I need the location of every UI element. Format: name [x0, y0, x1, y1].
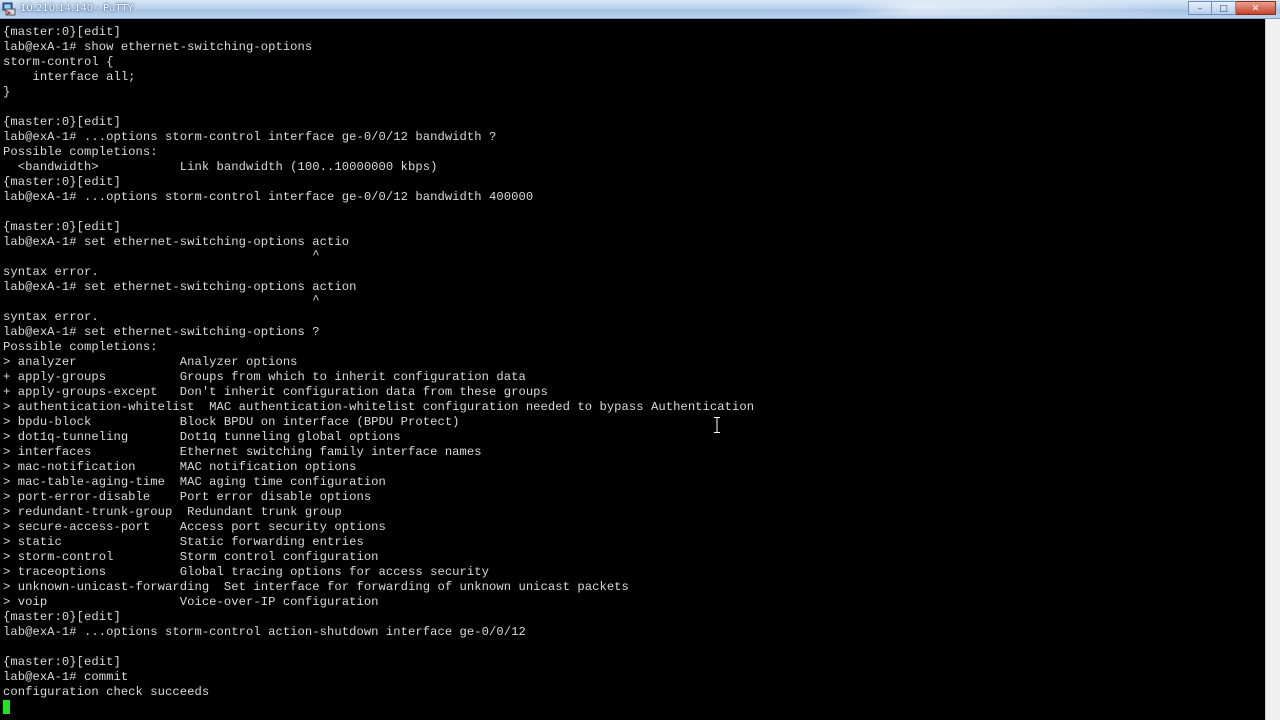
- terminal-line: syntax error.: [3, 265, 99, 279]
- terminal-line: }: [3, 85, 11, 99]
- title-bar-glow: [850, 2, 1170, 16]
- terminal-line: > interfaces Ethernet switching family i…: [3, 445, 482, 459]
- text-cursor-icon: [714, 417, 720, 433]
- terminal-line: storm-control {: [3, 55, 114, 69]
- terminal-line: > authentication-whitelist MAC authentic…: [3, 400, 755, 414]
- terminal-line: {master:0}[edit]: [3, 220, 121, 234]
- terminal-line: {master:0}[edit]: [3, 610, 121, 624]
- terminal-line: lab@exA-1# ...options storm-control inte…: [3, 130, 497, 144]
- terminal-line: lab@exA-1# ...options storm-control inte…: [3, 190, 534, 204]
- terminal-line: lab@exA-1# ...options storm-control acti…: [3, 625, 526, 639]
- terminal-line: > redundant-trunk-group Redundant trunk …: [3, 505, 342, 519]
- title-bar[interactable]: 10.210.14.140 - PuTTY – □ ✕: [0, 0, 1280, 19]
- terminal-line: + apply-groups-except Don't inherit conf…: [3, 385, 548, 399]
- close-button[interactable]: ✕: [1236, 1, 1276, 15]
- terminal-line: > bpdu-block Block BPDU on interface (BP…: [3, 415, 460, 429]
- terminal-line: lab@exA-1# show ethernet-switching-optio…: [3, 40, 313, 54]
- terminal-line: > mac-notification MAC notification opti…: [3, 460, 357, 474]
- terminal-line: {master:0}[edit]: [3, 655, 121, 669]
- terminal-line: {master:0}[edit]: [3, 115, 121, 129]
- terminal-line: Possible completions:: [3, 340, 158, 354]
- error-caret: ^: [3, 293, 320, 307]
- terminal-line: > secure-access-port Access port securit…: [3, 520, 386, 534]
- terminal-line: {master:0}[edit]: [3, 25, 121, 39]
- terminal-line: Possible completions:: [3, 145, 158, 159]
- putty-window: 10.210.14.140 - PuTTY – □ ✕ {master:0}[e…: [0, 0, 1280, 720]
- terminal-line: lab@exA-1# set ethernet-switching-option…: [3, 325, 320, 339]
- terminal-line: syntax error.: [3, 310, 99, 324]
- error-caret: ^: [3, 248, 320, 262]
- terminal-line: + apply-groups Groups from which to inhe…: [3, 370, 526, 384]
- terminal-line: lab@exA-1# commit: [3, 670, 129, 684]
- terminal-line: <bandwidth> Link bandwidth (100..1000000…: [3, 160, 438, 174]
- terminal-cursor: [3, 700, 10, 714]
- maximize-button[interactable]: □: [1212, 1, 1236, 15]
- terminal-line: > unknown-unicast-forwarding Set interfa…: [3, 580, 629, 594]
- terminal-line: > traceoptions Global tracing options fo…: [3, 565, 490, 579]
- window-title: 10.210.14.140 - PuTTY: [20, 3, 134, 14]
- terminal-line: > analyzer Analyzer options: [3, 355, 298, 369]
- terminal-line: > dot1q-tunneling Dot1q tunneling global…: [3, 430, 401, 444]
- putty-app-icon[interactable]: [2, 2, 16, 16]
- minimize-button[interactable]: –: [1188, 1, 1212, 15]
- terminal-line: > voip Voice-over-IP configuration: [3, 595, 379, 609]
- terminal-line: > static Static forwarding entries: [3, 535, 364, 549]
- terminal-line: > storm-control Storm control configurat…: [3, 550, 379, 564]
- terminal-line: configuration check succeeds: [3, 685, 210, 699]
- terminal-line: > mac-table-aging-time MAC aging time co…: [3, 475, 386, 489]
- vertical-scrollbar[interactable]: [1265, 19, 1280, 720]
- terminal-line: interface all;: [3, 70, 136, 84]
- terminal-screen[interactable]: {master:0}[edit] lab@exA-1# show etherne…: [0, 19, 1265, 720]
- window-controls: – □ ✕: [1188, 1, 1276, 15]
- terminal-line: {master:0}[edit]: [3, 175, 121, 189]
- terminal-line: > port-error-disable Port error disable …: [3, 490, 372, 504]
